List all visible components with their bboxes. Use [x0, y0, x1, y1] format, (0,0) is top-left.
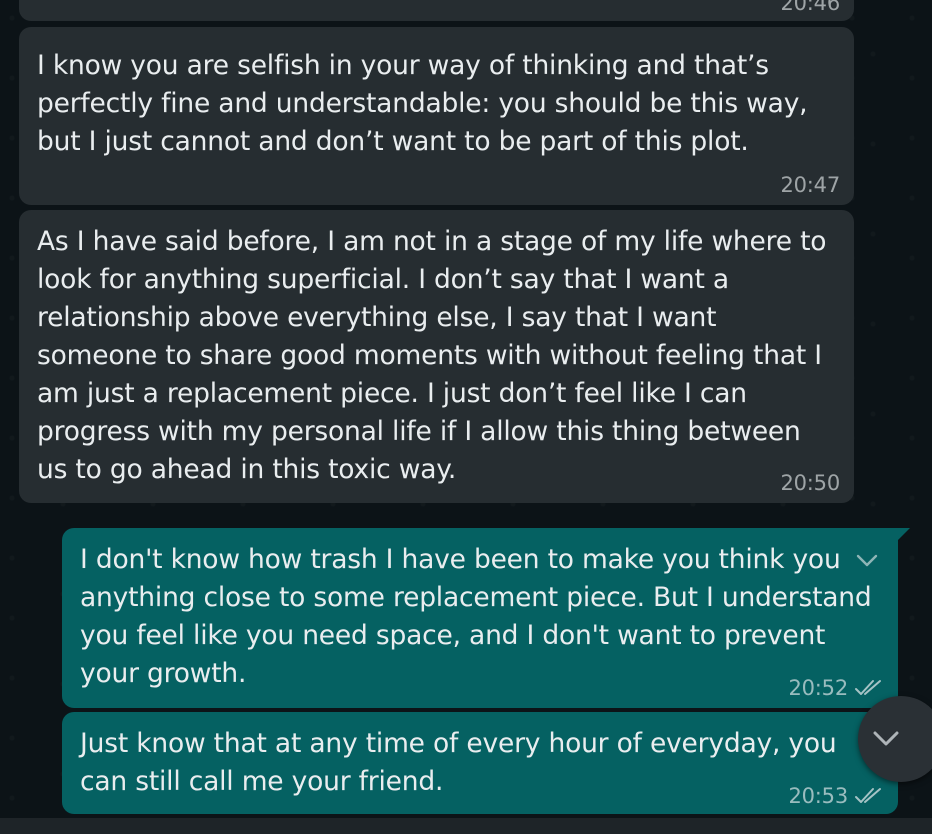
bubble-tail [896, 528, 910, 542]
chat-panel[interactable]: 20:46 I know you are selfish in your way… [0, 0, 932, 834]
message-bubble-incoming[interactable]: I know you are selfish in your way of th… [19, 27, 854, 205]
message-meta: 20:47 [780, 173, 840, 197]
message-meta: 20:50 [780, 471, 840, 495]
message-text: I know you are selfish in your way of th… [37, 50, 808, 157]
message-time: 20:53 [788, 784, 848, 808]
message-text: I don't know how trash I have been to ma… [80, 544, 872, 689]
message-bubble-outgoing[interactable]: Just know that at any time of every hour… [62, 712, 898, 814]
message-meta: 20:53 [788, 784, 884, 808]
message-time: 20:50 [780, 471, 840, 495]
chevron-down-icon[interactable] [856, 554, 878, 568]
message-text: Just know that at any time of every hour… [80, 728, 837, 797]
message-time: 20:46 [780, 0, 840, 15]
message-bubble-incoming[interactable]: As I have said before, I am not in a sta… [19, 210, 854, 503]
chevron-down-icon [873, 731, 899, 746]
message-meta: 20:52 [788, 676, 884, 700]
message-meta: 20:46 [780, 0, 840, 15]
message-bubble-outgoing[interactable]: I don't know how trash I have been to ma… [62, 528, 910, 708]
message-time: 20:52 [788, 676, 848, 700]
message-text: As I have said before, I am not in a sta… [37, 226, 827, 485]
double-check-icon [854, 786, 884, 806]
message-time: 20:47 [780, 173, 840, 197]
message-bubble-incoming[interactable]: 20:46 [19, 0, 854, 21]
composer-bar-edge [0, 818, 932, 834]
double-check-icon [854, 678, 884, 698]
